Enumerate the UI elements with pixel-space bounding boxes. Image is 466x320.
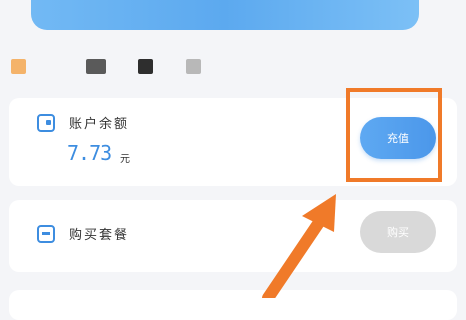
- balance-amount: 7.73: [67, 141, 112, 165]
- recharge-button[interactable]: 充值: [360, 117, 436, 159]
- package-icon: [37, 225, 55, 243]
- package-label: 购买套餐: [69, 228, 130, 243]
- wallet-icon: [37, 114, 55, 132]
- buy-package-button[interactable]: 购买: [360, 211, 436, 253]
- next-card: [9, 290, 457, 320]
- balance-label: 账户余额: [69, 117, 130, 132]
- balance-unit: 元: [120, 154, 130, 165]
- indicator-orange: [11, 59, 26, 74]
- indicator-light: [186, 59, 201, 74]
- indicator-dark: [138, 59, 153, 74]
- indicator-dark: [86, 59, 106, 74]
- indicator-row: [0, 59, 466, 75]
- header-banner: [31, 0, 419, 30]
